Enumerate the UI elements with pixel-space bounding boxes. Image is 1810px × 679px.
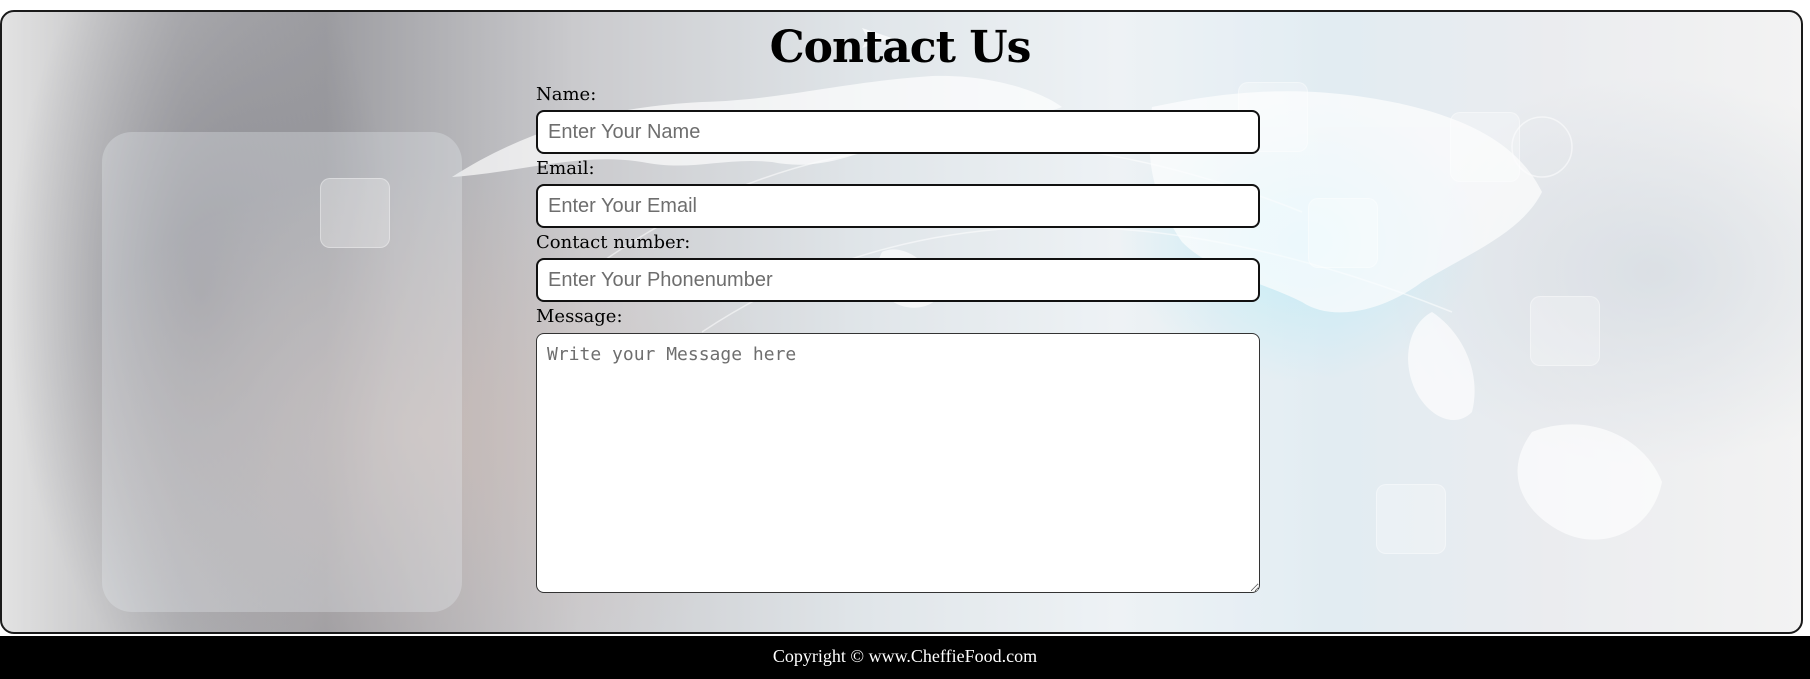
message-label: Message: — [536, 306, 623, 327]
contact-number-label: Contact number: — [536, 232, 691, 253]
email-label: Email: — [536, 158, 595, 179]
contact-page: Contact Us Name: Email: Contact number: … — [0, 0, 1810, 679]
message-textarea[interactable] — [536, 333, 1260, 593]
name-input[interactable] — [536, 110, 1260, 154]
page-title: Contact Us — [769, 22, 1032, 73]
name-label: Name: — [536, 84, 597, 105]
email-input[interactable] — [536, 184, 1260, 228]
contact-number-input[interactable] — [536, 258, 1260, 302]
footer: Copyright © www.CheffieFood.com — [0, 636, 1810, 679]
copyright-text: Copyright © www.CheffieFood.com — [772, 646, 1038, 666]
